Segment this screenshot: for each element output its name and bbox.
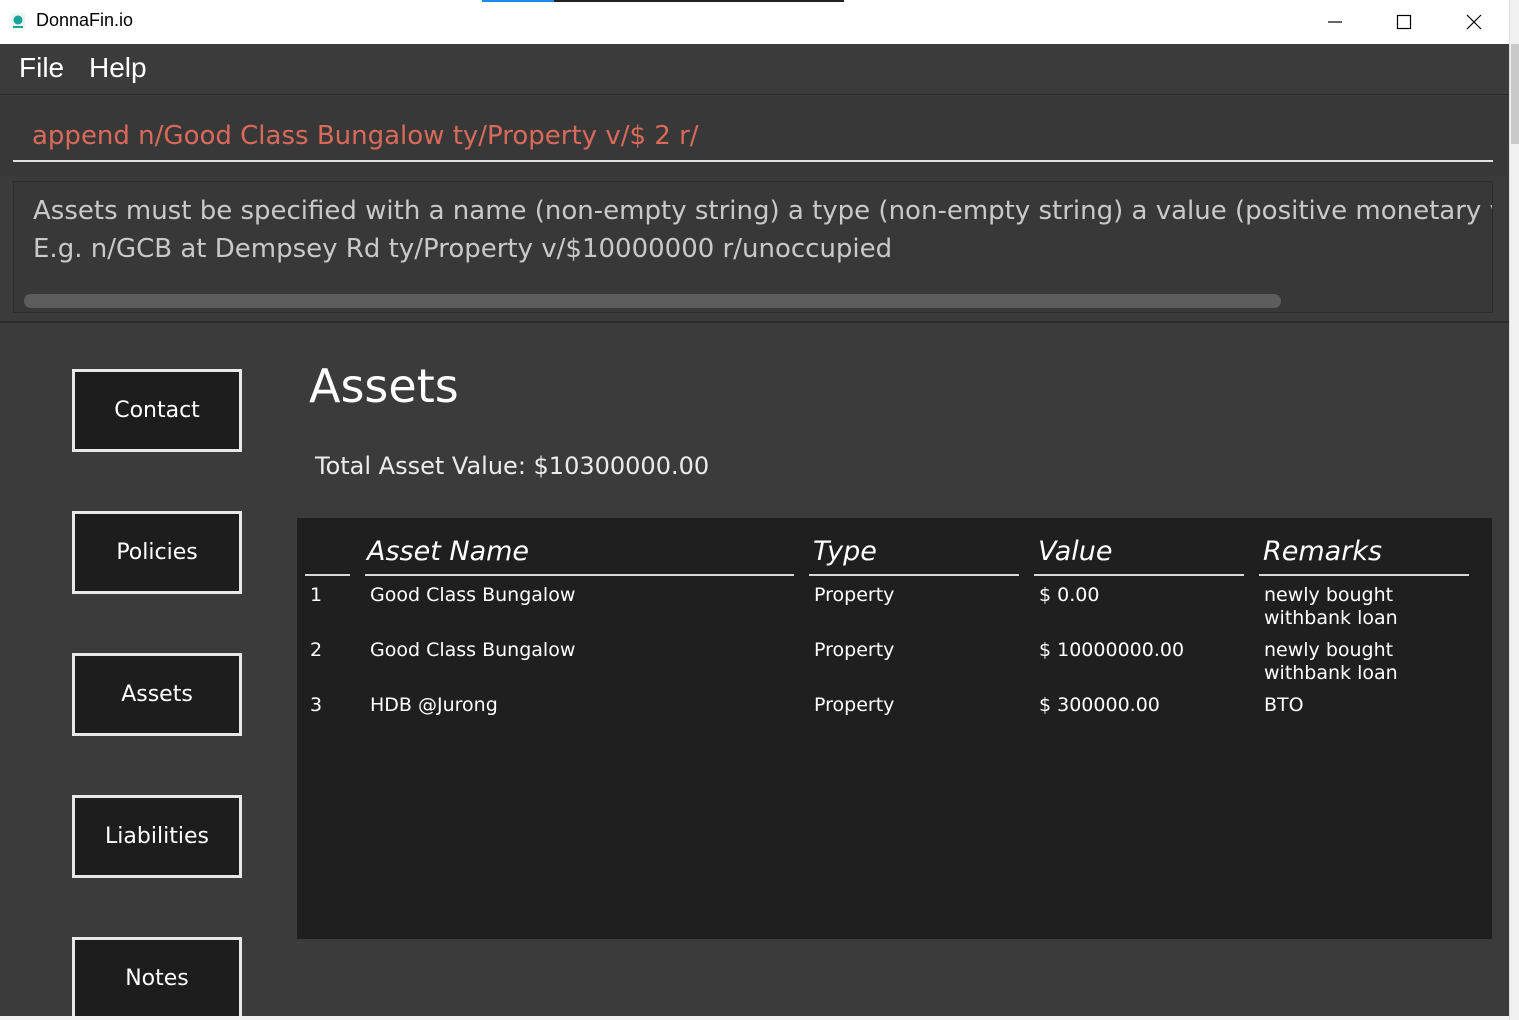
close-icon	[1466, 14, 1482, 30]
menu-bar: File Help	[0, 44, 1509, 95]
window-titlebar: DonnaFin.io	[0, 0, 1509, 44]
asset-value-cell: $ 300000.00	[1039, 694, 1160, 716]
section-divider	[0, 321, 1509, 323]
command-box	[0, 96, 1509, 176]
app-window: File Help Assets must be specified with …	[0, 44, 1509, 1020]
asset-value-cell: $ 0.00	[1039, 584, 1100, 606]
row-index: 3	[310, 694, 323, 716]
row-index: 2	[310, 639, 323, 661]
asset-name-cell: Good Class Bungalow	[370, 639, 576, 661]
horizontal-scrollbar[interactable]	[24, 294, 1281, 308]
window-title: DonnaFin.io	[36, 10, 134, 30]
asset-type-cell: Property	[814, 584, 895, 606]
column-header-remarks[interactable]: Remarks	[1263, 536, 1382, 567]
asset-name-cell: Good Class Bungalow	[370, 584, 576, 606]
row-index: 1	[310, 584, 323, 606]
minimize-button[interactable]	[1300, 0, 1370, 44]
page-title: Assets	[309, 359, 459, 413]
result-example-line: E.g. n/GCB at Dempsey Rd ty/Property v/$…	[33, 234, 893, 264]
window-scrollbar-thumb[interactable]	[1511, 44, 1519, 144]
asset-name-cell: HDB @Jurong	[370, 694, 498, 716]
notes-tab-button[interactable]: Notes	[72, 937, 242, 1020]
result-display: Assets must be specified with a name (no…	[13, 181, 1493, 313]
column-header-type[interactable]: Type	[813, 536, 877, 567]
title-progress-bar	[482, 0, 844, 2]
column-header-asset-name[interactable]: Asset Name	[367, 536, 529, 567]
asset-remarks-cell: newly bought withbank loan	[1264, 584, 1398, 629]
asset-type-cell: Property	[814, 694, 895, 716]
asset-type-cell: Property	[814, 639, 895, 661]
name-header-underline	[365, 574, 794, 576]
menu-help[interactable]: Help	[89, 52, 147, 84]
assets-tab-button[interactable]: Assets	[72, 653, 242, 736]
total-asset-value: Total Asset Value: $10300000.00	[315, 452, 710, 480]
asset-remarks-cell: BTO	[1264, 694, 1304, 716]
menu-file[interactable]: File	[19, 52, 64, 84]
maximize-icon	[1396, 14, 1412, 30]
minimize-icon	[1328, 21, 1342, 23]
policies-tab-button[interactable]: Policies	[72, 511, 242, 594]
contact-tab-button[interactable]: Contact	[72, 369, 242, 452]
window-bottom-edge	[0, 1016, 1509, 1020]
asset-value-cell: $ 10000000.00	[1039, 639, 1185, 661]
window-scrollbar[interactable]	[1509, 0, 1519, 1020]
close-button[interactable]	[1439, 0, 1509, 44]
result-message-line: Assets must be specified with a name (no…	[33, 196, 1492, 226]
liabilities-tab-button[interactable]: Liabilities	[72, 795, 242, 878]
column-header-value[interactable]: Value	[1038, 536, 1113, 567]
value-header-underline	[1034, 574, 1244, 576]
index-header-underline	[305, 574, 350, 576]
app-logo-icon	[11, 13, 25, 29]
type-header-underline	[809, 574, 1019, 576]
command-input[interactable]	[13, 112, 1493, 162]
maximize-button[interactable]	[1369, 0, 1439, 44]
remarks-header-underline	[1259, 574, 1469, 576]
assets-table: Asset Name Type Value Remarks 1 Good Cla…	[297, 518, 1492, 939]
asset-remarks-cell: newly bought withbank loan	[1264, 639, 1398, 684]
